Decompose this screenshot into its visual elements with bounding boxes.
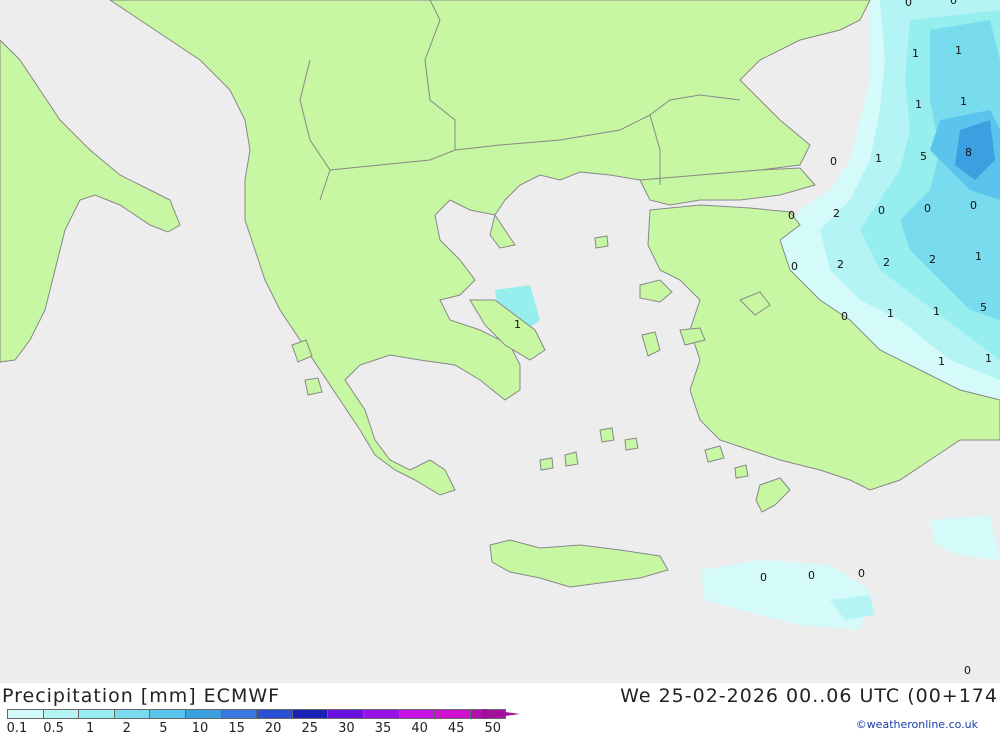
scale-swatch: [42, 709, 80, 719]
value-label: 0: [970, 199, 977, 212]
precipitation-map: 0 0 1 1 1 1 0 1 5 8 0 2 0 0 0 0 2 2 2 1 …: [0, 0, 1000, 683]
value-label: 0: [841, 310, 848, 323]
value-label: 1: [514, 318, 521, 331]
value-label: 1: [875, 152, 882, 165]
scale-swatch: [78, 709, 115, 719]
forecast-datetime: We 25-02-2026 00..06 UTC (00+174: [620, 685, 998, 707]
value-label: 1: [912, 47, 919, 60]
value-label: 2: [837, 258, 844, 271]
scale-tick-label: 30: [338, 721, 355, 736]
scale-swatch: [256, 709, 293, 719]
value-label: 1: [938, 355, 945, 368]
scale-swatch: [113, 709, 151, 719]
value-label: 1: [915, 98, 922, 111]
value-label: 1: [887, 307, 894, 320]
scale-tick-label: 40: [411, 721, 428, 736]
value-label: 2: [883, 256, 890, 269]
value-label: 0: [878, 204, 885, 217]
scale-swatch: [184, 709, 222, 719]
scale-tick-label: 15: [228, 721, 245, 736]
value-label: 1: [933, 305, 940, 318]
value-label: 1: [975, 250, 982, 263]
value-label: 5: [980, 301, 987, 314]
scale-swatch: [327, 709, 364, 719]
credit-link[interactable]: ©weatheronline.co.uk: [856, 718, 978, 731]
value-label: 1: [985, 352, 992, 365]
value-label: 0: [808, 569, 815, 582]
value-label: 0: [858, 567, 865, 580]
value-label: 0: [964, 664, 971, 677]
value-label: 8: [965, 146, 972, 159]
scale-swatch: [362, 709, 400, 719]
value-label: 5: [920, 150, 927, 163]
value-label: 0: [760, 571, 767, 584]
scale-tick-label: 5: [159, 721, 168, 736]
map-footer: Precipitation [mm] ECMWF We 25-02-2026 0…: [0, 683, 1000, 736]
scale-tick-label: 2: [122, 721, 131, 736]
value-label: 0: [924, 202, 931, 215]
scale-swatch: [220, 709, 258, 719]
scale-tick-label: 1: [86, 721, 95, 736]
scale-tick-label: 25: [301, 721, 319, 736]
scale-tick-label: 10: [191, 721, 209, 736]
scale-tick-label: 0.5: [43, 721, 64, 736]
map-title: Precipitation [mm] ECMWF: [2, 685, 281, 707]
scale-swatch: [398, 709, 436, 719]
scale-tick-label: 50: [484, 721, 502, 736]
color-scale: [7, 709, 507, 719]
scale-tick-label: 45: [447, 721, 465, 736]
value-label: 0: [950, 0, 957, 7]
value-label: 0: [788, 209, 795, 222]
value-label: 1: [960, 95, 967, 108]
value-label: 2: [833, 207, 840, 220]
scale-swatch: [149, 709, 186, 719]
value-label: 2: [929, 253, 936, 266]
scale-swatch: [434, 709, 471, 719]
scale-tick-label: 20: [264, 721, 282, 736]
value-label: 1: [955, 44, 962, 57]
scale-tick-label: 35: [374, 721, 392, 736]
scale-tick-label: 0.1: [6, 721, 28, 736]
scale-swatch: [291, 709, 329, 719]
value-label: 0: [905, 0, 912, 9]
value-label: 0: [791, 260, 798, 273]
color-scale-arrow: [482, 709, 520, 719]
value-label: 0: [830, 155, 837, 168]
scale-swatch: [7, 709, 44, 719]
